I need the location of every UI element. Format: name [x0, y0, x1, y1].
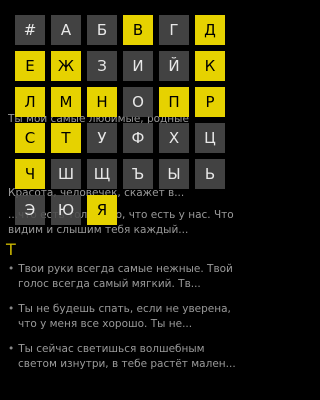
- letter-tile[interactable]: #: [15, 15, 45, 45]
- list-item-text: Ты не будешь спать, если не уверена,: [18, 303, 231, 315]
- letter-tile[interactable]: Х: [159, 123, 189, 153]
- letter-tile[interactable]: К: [195, 51, 225, 81]
- list-item[interactable]: • Твои руки всегда самые нежные. Твой: [8, 262, 234, 277]
- letter-tile[interactable]: Б: [87, 15, 117, 45]
- letter-tile[interactable]: Е: [15, 51, 45, 81]
- letter-tile[interactable]: И: [123, 51, 153, 81]
- letter-tile[interactable]: Ю: [51, 195, 81, 225]
- letter-tile[interactable]: Ц: [195, 123, 225, 153]
- letter-tile[interactable]: Й: [159, 51, 189, 81]
- letter-tile[interactable]: Р: [195, 87, 225, 117]
- letter-tile[interactable]: П: [159, 87, 189, 117]
- letter-tile[interactable]: Д: [195, 15, 225, 45]
- letter-tile[interactable]: Ы: [159, 159, 189, 189]
- letter-tile[interactable]: Ь: [195, 159, 225, 189]
- jump-list-letter-grid: # А Б В Г Д Е Ж З И Й К Л М Н О П Р С Т У Ф Х Ц Ч Ш Щ Ъ Ы Ь Э Ю Я: [0, 0, 240, 240]
- letter-tile[interactable]: Э: [15, 195, 45, 225]
- letter-tile[interactable]: В: [123, 15, 153, 45]
- list-item-cont: светом изнутри, в тебе растёт мален...: [18, 358, 236, 370]
- letter-tile[interactable]: А: [51, 15, 81, 45]
- list-item[interactable]: • Ты сейчас светишься волшебным: [8, 342, 234, 357]
- letter-tile[interactable]: Ж: [51, 51, 81, 81]
- section-letter: Т: [6, 240, 16, 259]
- letter-tile[interactable]: М: [51, 87, 81, 117]
- list-item-cont: что у меня все хорошо. Ты не...: [18, 318, 193, 330]
- list-item-cont: голос всегда самый мягкий. Тв...: [18, 278, 201, 290]
- letter-tile[interactable]: Ч: [15, 159, 45, 189]
- letter-tile[interactable]: О: [123, 87, 153, 117]
- letter-tile[interactable]: Ш: [51, 159, 81, 189]
- letter-tile[interactable]: С: [15, 123, 45, 153]
- letter-tile[interactable]: Щ: [87, 159, 117, 189]
- letter-tile[interactable]: Г: [159, 15, 189, 45]
- list-item-text: Ты сейчас светишься волшебным: [18, 343, 205, 355]
- letter-tile[interactable]: Л: [15, 87, 45, 117]
- letter-tile[interactable]: Н: [87, 87, 117, 117]
- letter-tile[interactable]: Я: [87, 195, 117, 225]
- list-item[interactable]: • Ты не будешь спать, если не уверена,: [8, 302, 234, 317]
- letter-tile[interactable]: Ъ: [123, 159, 153, 189]
- letter-tile[interactable]: Т: [51, 123, 81, 153]
- list-item-text: Твои руки всегда самые нежные. Твой: [18, 263, 233, 275]
- letter-tile[interactable]: З: [87, 51, 117, 81]
- letter-tile[interactable]: У: [87, 123, 117, 153]
- letter-tile[interactable]: Ф: [123, 123, 153, 153]
